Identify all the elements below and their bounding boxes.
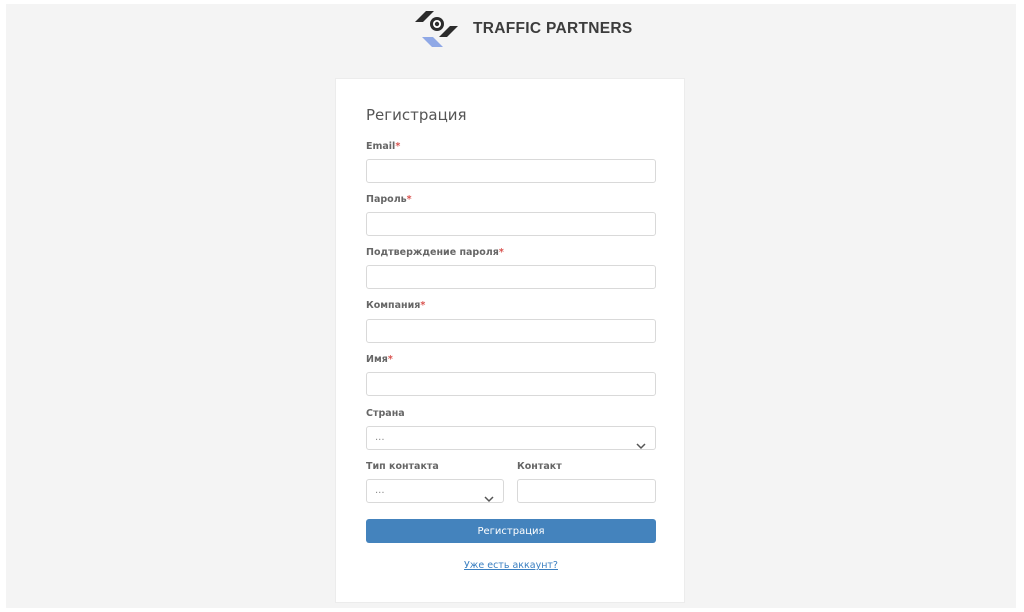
name-label-text: Имя [366,354,388,365]
brand-name: TRAFFIC PARTNERS [473,20,633,37]
name-label: Имя* [366,354,393,365]
country-label: Страна [366,408,405,419]
required-mark: * [387,354,393,365]
password-confirm-label: Подтверждение пароля* [366,247,504,258]
contact-type-select[interactable]: ... [366,479,504,503]
traffic-partners-logo-icon [413,11,461,47]
password-confirm-label-text: Подтверждение пароля [366,247,499,258]
contact-input[interactable] [517,479,656,503]
company-label: Компания* [366,300,425,311]
company-label-text: Компания [366,300,421,311]
password-label: Пароль* [366,194,412,205]
chevron-down-icon [484,488,494,503]
password-confirm-input[interactable] [366,265,656,289]
password-label-text: Пароль [366,194,407,205]
required-mark: * [395,141,401,152]
email-label-text: Email [366,141,396,152]
brand-header: TRAFFIC PARTNERS [413,10,633,48]
contact-label: Контакт [517,461,562,472]
country-select[interactable]: ... [366,426,656,450]
email-label: Email* [366,141,400,152]
form-title: Регистрация [366,106,467,124]
password-input[interactable] [366,212,656,236]
required-mark: * [420,300,426,311]
contact-type-selected-value: ... [375,485,385,496]
country-selected-value: ... [375,432,385,443]
login-link[interactable]: Уже есть аккаунт? [366,560,656,571]
name-input[interactable] [366,372,656,396]
email-input[interactable] [366,159,656,183]
company-input[interactable] [366,319,656,343]
required-mark: * [498,247,504,258]
chevron-down-icon [636,435,646,450]
contact-type-label: Тип контакта [366,461,439,472]
required-mark: * [406,194,412,205]
register-button[interactable]: Регистрация [366,519,656,543]
